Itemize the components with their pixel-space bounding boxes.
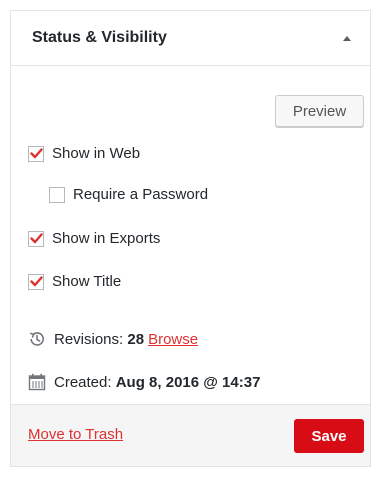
require-password-label: Require a Password	[73, 186, 209, 203]
show-in-web-option[interactable]: Show in Web	[28, 145, 140, 162]
revisions-count: 28	[127, 330, 145, 348]
show-in-web-checkbox[interactable]	[28, 145, 44, 162]
move-to-trash-link[interactable]: Move to Trash	[28, 426, 123, 443]
require-password-checkbox[interactable]	[49, 186, 65, 203]
show-in-exports-option[interactable]: Show in Exports	[28, 230, 160, 247]
caret-up-icon[interactable]	[343, 35, 351, 41]
show-title-label: Show Title	[52, 273, 122, 290]
show-in-exports-checkbox[interactable]	[28, 230, 44, 247]
preview-button[interactable]: Preview	[275, 95, 364, 127]
show-title-checkbox[interactable]	[28, 273, 44, 290]
created-row: Created: Aug 8, 2016 @ 14:37	[28, 373, 260, 391]
status-visibility-panel: Status & Visibility Preview Show in Web …	[10, 10, 371, 467]
revisions-label: Revisions:	[54, 330, 124, 348]
created-label: Created:	[54, 373, 112, 391]
checkmark-icon	[29, 148, 43, 159]
show-title-option[interactable]: Show Title	[28, 273, 121, 290]
require-password-option[interactable]: Require a Password	[49, 186, 208, 203]
browse-revisions-link[interactable]: Browse	[148, 331, 198, 348]
panel-body: Preview Show in Web Require a Password S…	[11, 66, 370, 404]
panel-footer: Move to Trash Save	[11, 404, 370, 466]
show-in-exports-label: Show in Exports	[52, 230, 161, 247]
show-in-web-label: Show in Web	[52, 145, 141, 162]
calendar-icon	[28, 373, 46, 391]
panel-title: Status & Visibility	[32, 29, 167, 46]
revisions-row: Revisions: 28 Browse	[28, 330, 198, 348]
panel-header[interactable]: Status & Visibility	[11, 11, 370, 66]
created-date: Aug 8, 2016 @ 14:37	[115, 373, 261, 391]
checkmark-icon	[29, 233, 43, 244]
save-button[interactable]: Save	[294, 419, 364, 453]
checkmark-icon	[29, 276, 43, 287]
history-icon	[28, 330, 46, 348]
